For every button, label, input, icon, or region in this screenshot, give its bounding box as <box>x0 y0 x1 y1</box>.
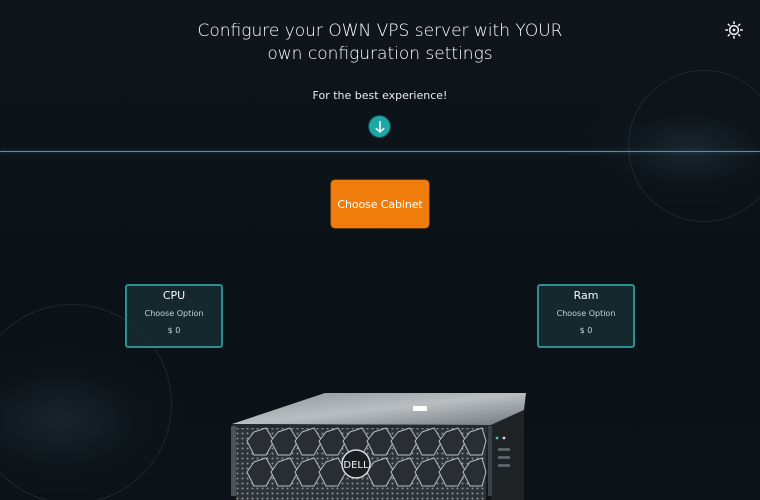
ram-choose-option[interactable]: Choose Option <box>539 309 633 318</box>
arrow-down-icon <box>375 120 384 133</box>
ram-card-title: Ram <box>573 289 599 302</box>
cpu-card-title: CPU <box>162 289 186 302</box>
vps-configurator-page: Configure your OWN VPS server with YOUR … <box>0 0 760 500</box>
gear-icon[interactable] <box>724 20 744 40</box>
cpu-option-card[interactable]: CPU Choose Option $ 0 <box>125 284 223 348</box>
page-header: Configure your OWN VPS server with YOUR … <box>0 0 760 152</box>
cpu-choose-option[interactable]: Choose Option <box>127 309 221 318</box>
dell-server-image: DELL <box>231 393 526 500</box>
scroll-down-button[interactable] <box>369 116 390 137</box>
cpu-price: $ 0 <box>167 326 181 335</box>
page-subtitle: For the best experience! <box>312 89 448 102</box>
choose-cabinet-button[interactable]: Choose Cabinet <box>331 180 429 228</box>
ram-option-card[interactable]: Ram Choose Option $ 0 <box>537 284 635 348</box>
page-title: Configure your OWN VPS server with YOUR … <box>197 21 563 64</box>
ram-price: $ 0 <box>579 326 593 335</box>
header-divider <box>0 151 760 152</box>
server-brand-logo: DELL <box>343 460 369 471</box>
